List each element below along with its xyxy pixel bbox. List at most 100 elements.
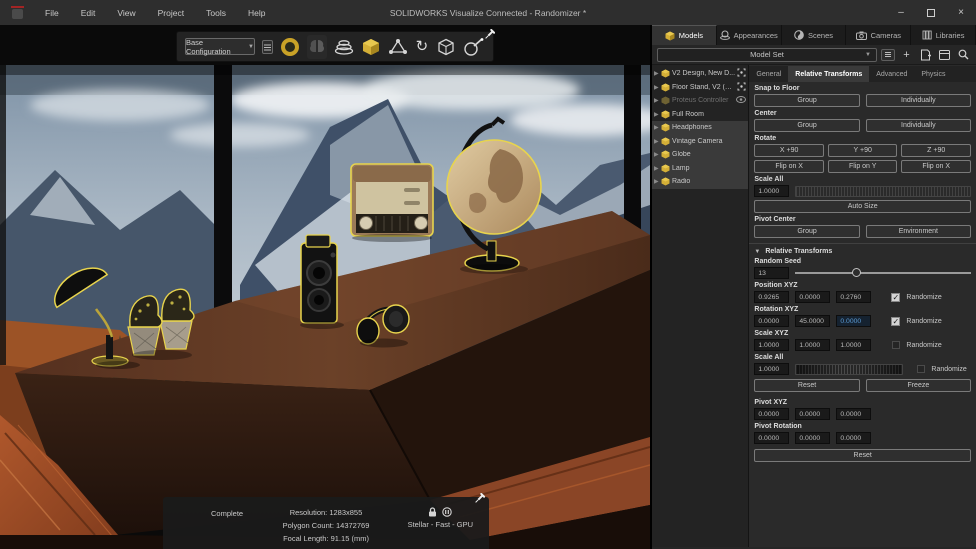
tab-models[interactable]: Models xyxy=(652,25,717,45)
random-seed-input[interactable]: 13 xyxy=(754,267,790,279)
expander-icon[interactable]: ▶ xyxy=(654,111,659,118)
tab-general[interactable]: General xyxy=(749,66,788,82)
expander-icon[interactable]: ▶ xyxy=(654,84,659,91)
tab-relative-transforms[interactable]: Relative Transforms xyxy=(788,66,870,82)
menu-edit[interactable]: Edit xyxy=(70,8,107,18)
menu-file[interactable]: File xyxy=(34,8,70,18)
flip-y-button[interactable]: Flip on Y xyxy=(827,160,898,173)
rotation-z-input[interactable]: 0.0000 xyxy=(836,315,872,327)
rotation-y-input[interactable]: 45.0000 xyxy=(795,315,831,327)
expander-icon[interactable]: ▶ xyxy=(654,151,659,158)
model-cube-button[interactable] xyxy=(361,35,381,59)
tree-item-vintage-camera[interactable]: ▶ Vintage Camera xyxy=(652,134,749,148)
menu-help[interactable]: Help xyxy=(237,8,276,18)
layout-button[interactable] xyxy=(937,47,952,62)
slider-handle[interactable] xyxy=(851,268,861,277)
rotate-z90-button[interactable]: Z +90 xyxy=(901,144,971,157)
expander-icon[interactable]: ▶ xyxy=(654,70,659,77)
rotate-x90-button[interactable]: X +90 xyxy=(754,144,824,157)
rotate-y90-button[interactable]: Y +90 xyxy=(827,144,898,157)
object-vintage-camera[interactable] xyxy=(300,234,344,329)
scale-all-input[interactable]: 1.0000 xyxy=(754,185,790,197)
tree-item-floor-stand[interactable]: ▶ Floor Stand, V2 (D... xyxy=(652,81,748,95)
position-z-input[interactable]: 0.2760 xyxy=(836,291,872,303)
menu-view[interactable]: View xyxy=(106,8,146,18)
position-randomize-checkbox[interactable]: ✓ xyxy=(891,292,901,302)
tree-item-globe[interactable]: ▶ Globe xyxy=(652,148,749,162)
denoiser-button[interactable] xyxy=(334,35,354,59)
tree-item-v2-design[interactable]: ▶ V2 Design, New D... xyxy=(652,67,748,81)
tab-appearances[interactable]: Appearances xyxy=(717,25,782,45)
target-icon[interactable] xyxy=(737,82,746,91)
flip-x-button[interactable]: Flip on X xyxy=(754,160,824,173)
model-set-dropdown[interactable]: Model Set ▼ xyxy=(657,47,877,62)
import-button[interactable] xyxy=(918,47,933,62)
configuration-list-button[interactable] xyxy=(261,39,273,54)
position-x-input[interactable]: 0.9265 xyxy=(754,291,790,303)
scale-y-input[interactable]: 1.0000 xyxy=(795,339,831,351)
scale-all-2-slider[interactable] xyxy=(795,363,904,375)
scale-randomize-checkbox[interactable] xyxy=(892,341,901,349)
expander-icon[interactable]: ▶ xyxy=(654,165,659,172)
pivot-rot-y-input[interactable]: 0.0000 xyxy=(795,432,831,444)
add-model-set-button[interactable]: + xyxy=(899,47,914,62)
close-button[interactable]: × xyxy=(946,0,976,25)
randomizer-wand-button[interactable] xyxy=(463,35,485,59)
snap-group-button[interactable]: Group xyxy=(754,94,860,107)
scale-z-input[interactable]: 1.0000 xyxy=(836,339,872,351)
menu-tools[interactable]: Tools xyxy=(195,8,237,18)
auto-size-button[interactable]: Auto Size xyxy=(754,200,971,213)
position-y-input[interactable]: 0.0000 xyxy=(795,291,831,303)
tab-scenes[interactable]: Scenes xyxy=(782,25,847,45)
statusbar-pin-button[interactable] xyxy=(474,492,486,506)
center-group-button[interactable]: Group xyxy=(754,119,860,132)
target-icon[interactable] xyxy=(737,68,746,77)
scale-all-slider[interactable] xyxy=(795,185,971,197)
scale-all-2-input[interactable]: 1.0000 xyxy=(754,363,790,375)
tab-advanced[interactable]: Advanced xyxy=(869,66,914,82)
eye-icon[interactable] xyxy=(736,96,747,104)
reset-bottom-button[interactable]: Reset xyxy=(754,449,971,462)
tree-item-radio[interactable]: ▶ Radio xyxy=(652,175,749,189)
toolbar-pin-button[interactable] xyxy=(484,27,496,45)
expander-icon[interactable]: ▶ xyxy=(654,97,659,104)
flip-z-button[interactable]: Flip on X xyxy=(901,160,971,173)
snap-individually-button[interactable]: Individually xyxy=(865,94,972,107)
reset-button[interactable]: Reset xyxy=(754,379,860,392)
tab-cameras[interactable]: Cameras xyxy=(846,25,912,45)
tab-libraries[interactable]: Libraries xyxy=(911,25,976,45)
render-ring-button[interactable] xyxy=(280,35,300,59)
pivot-group-button[interactable]: Group xyxy=(754,225,860,238)
pause-icon[interactable] xyxy=(442,507,453,517)
expander-icon[interactable]: ▶ xyxy=(654,124,659,131)
configuration-dropdown[interactable]: Base Configuration ▼ xyxy=(185,38,255,56)
freeze-button[interactable]: Freeze xyxy=(865,379,972,392)
pivot-rot-z-input[interactable]: 0.0000 xyxy=(836,432,872,444)
rotation-randomize-checkbox[interactable]: ✓ xyxy=(891,316,901,326)
tree-item-proteus-controller[interactable]: ▶ Proteus Controller xyxy=(652,94,748,108)
pivot-rot-x-input[interactable]: 0.0000 xyxy=(754,432,790,444)
scale-x-input[interactable]: 1.0000 xyxy=(754,339,790,351)
expander-icon[interactable]: ▶ xyxy=(654,178,659,185)
viewport-3d[interactable]: Base Configuration ▼ ↻ Complete Resoluti… xyxy=(0,25,650,549)
model-set-list-button[interactable] xyxy=(881,48,895,61)
expander-icon[interactable]: ▶ xyxy=(654,138,659,145)
search-button[interactable] xyxy=(956,47,971,62)
pivot-environment-button[interactable]: Environment xyxy=(865,225,972,238)
pivot-y-input[interactable]: 0.0000 xyxy=(795,408,831,420)
maximize-button[interactable] xyxy=(916,0,946,25)
pivot-x-input[interactable]: 0.0000 xyxy=(754,408,790,420)
rotation-x-input[interactable]: 0.0000 xyxy=(754,315,790,327)
tree-item-full-room[interactable]: ▶ Full Room xyxy=(652,108,748,122)
object-radio[interactable] xyxy=(350,163,434,242)
center-individually-button[interactable]: Individually xyxy=(865,119,972,132)
ai-brain-button[interactable] xyxy=(306,34,327,59)
pivot-z-input[interactable]: 0.0000 xyxy=(836,408,872,420)
bounding-box-button[interactable] xyxy=(436,35,456,59)
tab-physics[interactable]: Physics xyxy=(914,66,952,82)
random-seed-slider[interactable] xyxy=(795,267,971,279)
menu-project[interactable]: Project xyxy=(147,8,195,18)
render-scene[interactable] xyxy=(0,65,650,549)
relative-transforms-header[interactable]: ▼ Relative Transforms xyxy=(754,248,971,255)
triad-button[interactable] xyxy=(388,35,408,59)
